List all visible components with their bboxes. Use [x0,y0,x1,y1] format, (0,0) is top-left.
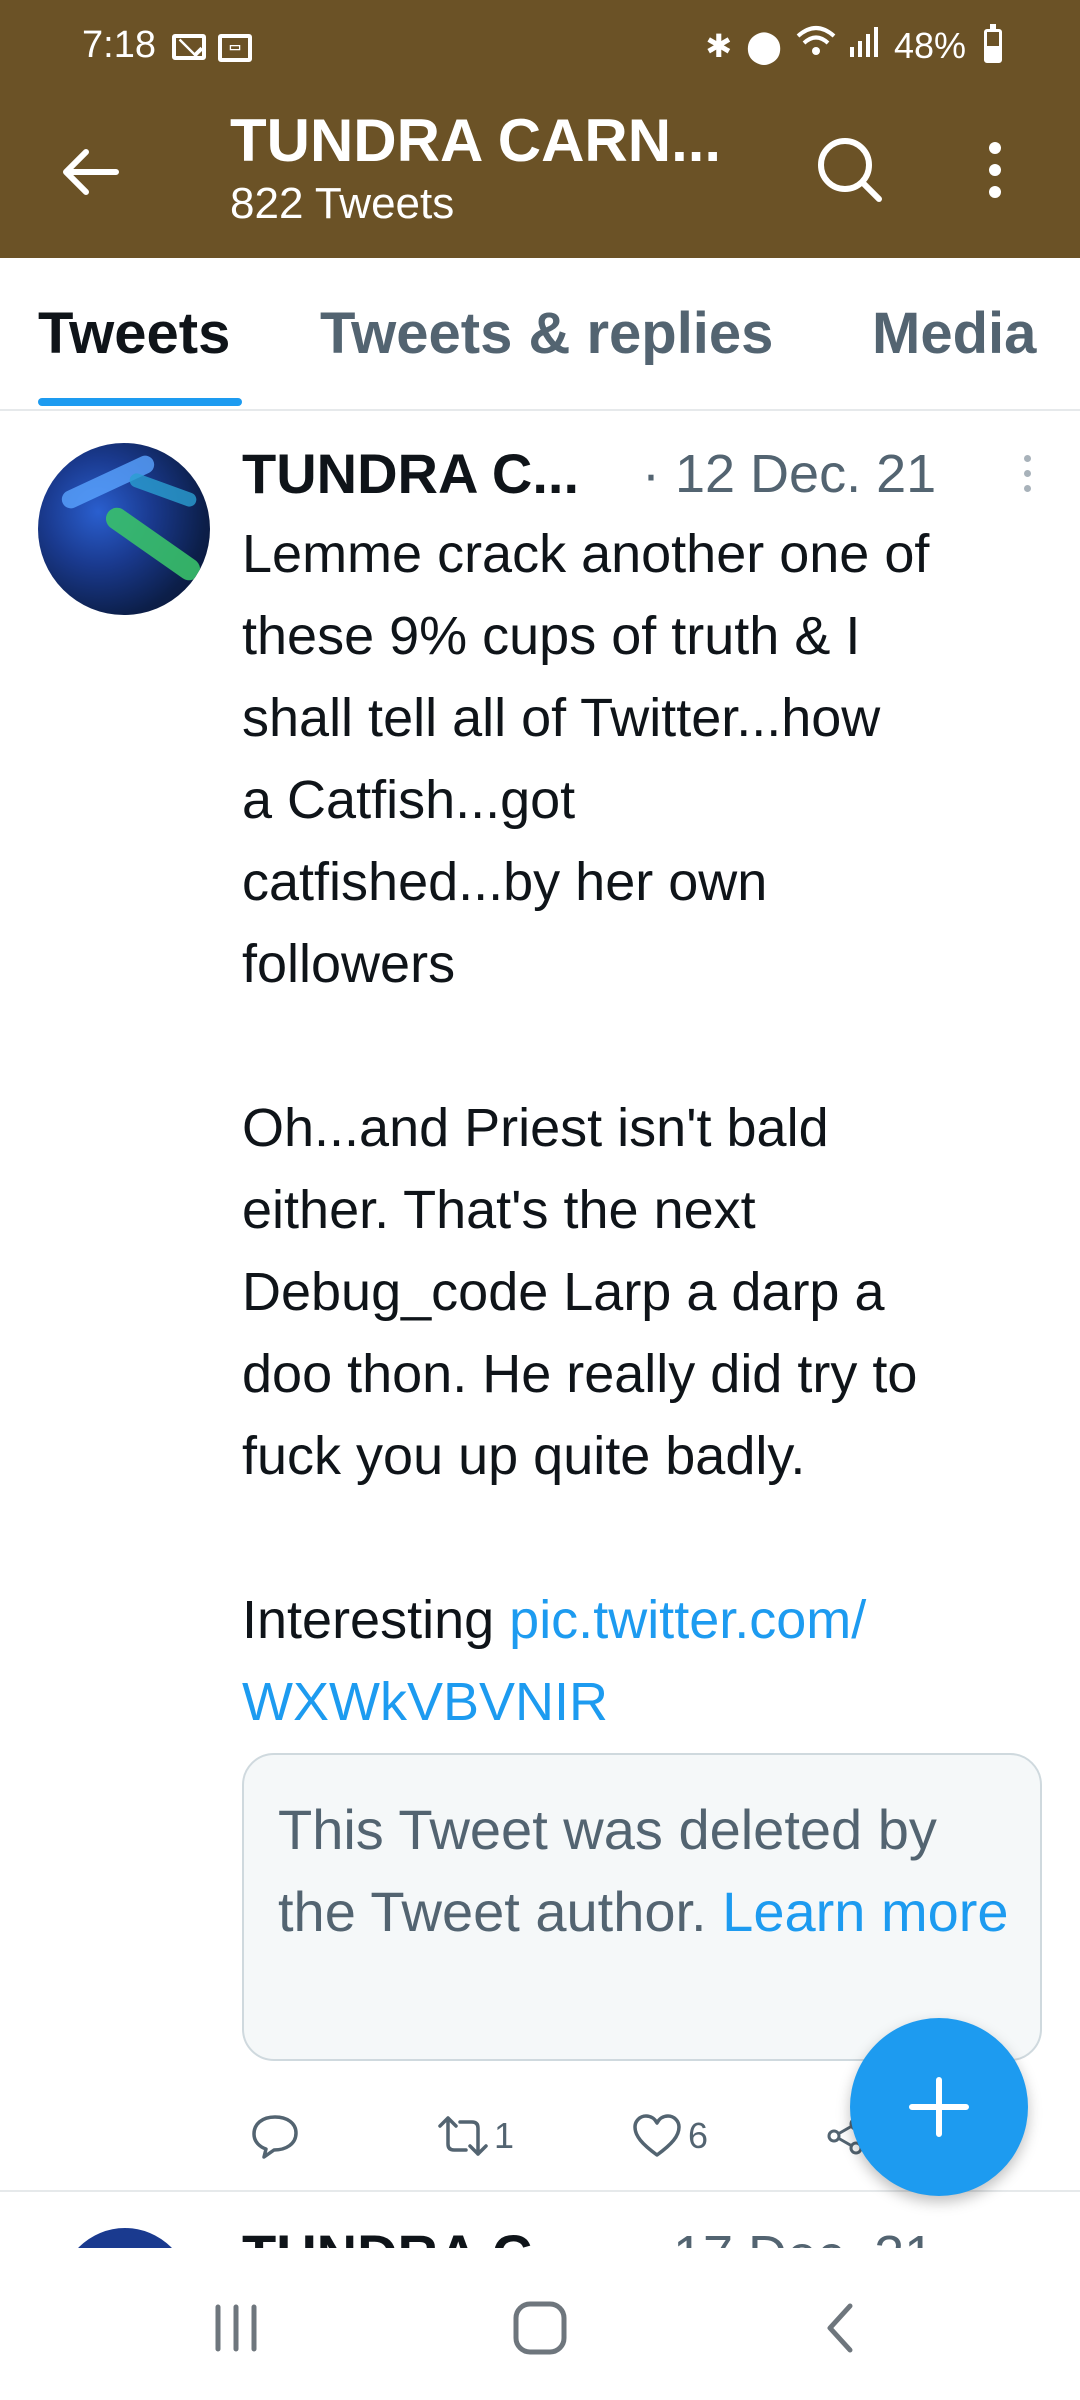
tab-tweets-and-replies[interactable]: Tweets & replies [320,300,773,367]
dot-icon [1023,470,1031,477]
tweet-text: Lemme crack another one of these 9% cups… [242,513,1052,1743]
dot-icon [1023,455,1031,462]
tab-tweets[interactable]: Tweets [38,300,230,367]
active-tab-indicator [38,398,242,406]
tweet[interactable]: TUNDRA C... · 12 Dec. 21 Lemme crack ano… [0,411,1080,2191]
system-nav-bar [0,2248,1080,2400]
retweet-icon [438,2116,488,2156]
plus-icon [909,2077,969,2137]
battery-percent: 48% [893,24,966,66]
tweet-author[interactable]: TUNDRA C... [242,2222,579,2248]
tweet-paragraph-text: Interesting [242,1590,510,1650]
search-button[interactable] [810,130,890,210]
search-icon [818,138,882,202]
home-button[interactable] [500,2288,580,2368]
dot-icon [989,142,1001,154]
learn-more-link[interactable]: Learn more [722,1880,1008,1943]
wifi-icon [796,24,836,67]
app-header: 7:18 ▭ ✱ ⬤ 48% TUNDRA CARN... 822 Tweets [0,0,1080,258]
arrow-left-icon [63,149,119,195]
retweet-button[interactable]: 1 [438,2101,514,2171]
dot-icon [989,164,1001,176]
recent-apps-icon [215,2304,257,2352]
mail-notification-icon [172,34,206,60]
next-tweet[interactable]: TUNDRA C... · 17 Dec. 21 [0,2192,1080,2248]
retweet-count: 1 [494,2115,515,2156]
tweet-paragraph: Lemme crack another one of these 9% cups… [242,524,930,994]
home-icon [513,2301,567,2355]
like-count: 6 [688,2115,709,2156]
bluetooth-icon: ✱ [705,27,733,64]
status-bar: 7:18 ▭ ✱ ⬤ 48% [0,0,1080,100]
compose-tweet-button[interactable] [850,2018,1028,2196]
tweet-paragraph: Oh...and Priest isn't bald either. That'… [242,1098,918,1486]
chevron-left-icon [827,2303,853,2353]
voicemail-notification-icon: ▭ [218,34,252,62]
profile-title-block: TUNDRA CARN... 822 Tweets [230,106,760,229]
avatar[interactable] [38,443,210,615]
back-button[interactable] [50,132,130,212]
profile-tabs: Tweets Tweets & replies Media [0,258,1080,411]
reply-icon [252,2115,298,2159]
dot-icon [1023,485,1031,492]
more-options-button[interactable] [960,130,1030,210]
profile-title: TUNDRA CARN... [230,107,722,174]
recent-apps-button[interactable] [196,2288,276,2368]
like-button[interactable]: 6 [632,2101,708,2171]
location-icon: ⬤ [746,27,782,64]
tweet-date[interactable]: · 17 Dec. 21 [640,2224,934,2248]
deleted-notice: This Tweet was deleted by the Tweet auth… [278,1789,1018,1953]
tweet-author[interactable]: TUNDRA C... [242,441,579,506]
deleted-quote-card: This Tweet was deleted by the Tweet auth… [242,1753,1042,2061]
avatar[interactable] [60,2228,190,2248]
app-bar: TUNDRA CARN... 822 Tweets [0,100,1080,258]
signal-icon [849,25,880,66]
tweet-more-button[interactable] [1012,455,1042,515]
dot-icon [989,186,1001,198]
tweet-paragraph: Interesting pic.twitter.com/ WXWkVBVNIR [242,1579,1052,1743]
heart-icon [633,2114,681,2157]
tweet-header: TUNDRA C... · 12 Dec. 21 [242,435,1052,515]
system-back-button[interactable] [800,2288,880,2368]
tweet-count: 822 Tweets [230,179,455,228]
battery-icon [984,23,1002,63]
status-time: 7:18 [82,24,156,66]
tweet-date[interactable]: · 12 Dec. 21 [642,443,936,505]
status-icons: ✱ ⬤ 48% [705,23,1002,67]
tab-media[interactable]: Media [872,300,1036,367]
reply-button[interactable] [250,2101,306,2171]
